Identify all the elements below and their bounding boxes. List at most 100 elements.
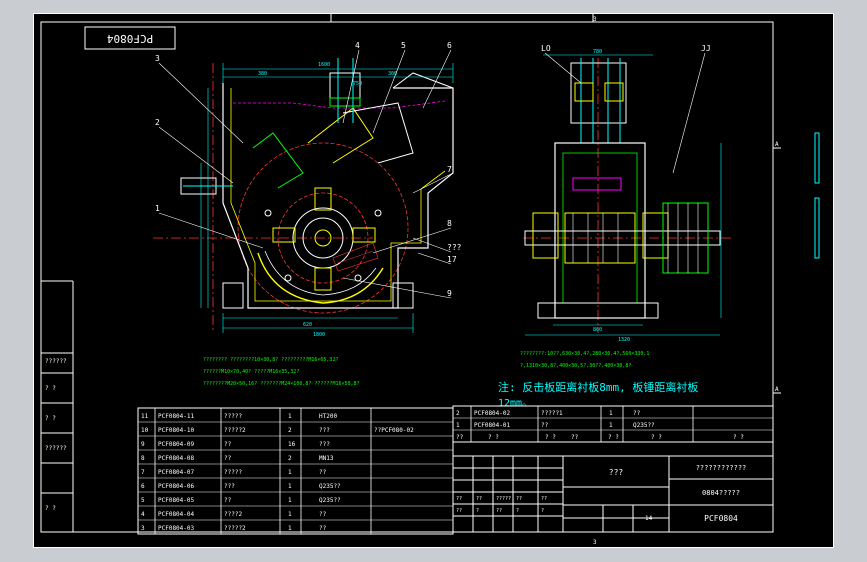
callout-leader	[422, 49, 452, 109]
table-row-name: ??	[224, 497, 232, 504]
table-header-cell: ? ?	[733, 434, 744, 441]
table-header-cell: ??	[571, 434, 579, 441]
side-note-line: ?,1310×30,8?,400×30,5?,30??,400×30,8?	[520, 363, 631, 369]
front-notes: ???????? ????????10×30,8? ?????????M16×6…	[203, 357, 360, 387]
callout-leader	[342, 277, 452, 299]
callout-label: 6	[447, 41, 452, 50]
title-block-cell: ??	[516, 496, 522, 502]
title-block-cell: ??	[456, 508, 462, 514]
table-row-name: ????2	[224, 511, 242, 518]
dim-side-bottom: 1320	[618, 337, 630, 343]
callout-label: 17	[447, 255, 457, 264]
callout-leader	[158, 126, 234, 184]
side-notes: ????????:10??,630×30,4?,280×30,4?,560×33…	[520, 351, 649, 369]
table-row-code: PCF0804-10	[158, 427, 195, 434]
table-row-material: MN13	[319, 455, 334, 462]
table-row-material: Q235??	[319, 483, 341, 490]
table-row-material: ???	[319, 441, 330, 448]
table-row-remark: ??PCF080-02	[374, 427, 414, 434]
table-row-no: 3	[141, 525, 145, 532]
left-strip-label: ? ?	[45, 505, 56, 512]
table-row-code: PCF0804-07	[158, 469, 195, 476]
callout-label: 2	[155, 118, 160, 127]
dim-bottom-sub: 620	[303, 322, 312, 328]
callout-leader	[372, 227, 452, 254]
drawing-svg: 3 3 A A PCF0804 ??????? ?? ???????? ? 16…	[33, 13, 834, 548]
table-row-material: ???	[319, 427, 330, 434]
title-block-cell: ??	[496, 508, 502, 514]
table-row-qty: 1	[288, 413, 292, 420]
callout-leader	[672, 52, 706, 174]
main-note: 注: 反击板距离衬板8mm, 板锤距离衬板	[498, 380, 698, 394]
callout-label: 9	[447, 289, 452, 298]
callout-label: 8	[447, 219, 452, 228]
front-note-line: ???????? ????????10×30,8? ?????????M16×6…	[203, 357, 338, 363]
table-row-name: ??	[541, 422, 549, 429]
title-block-cell: ?	[476, 508, 479, 514]
drawing-no-rotated: PCF0804	[106, 32, 153, 45]
table-row-code: PCF0804-06	[158, 483, 195, 490]
left-strip-labels: ?????? ? ? ? ??????? ? ?	[45, 358, 67, 512]
table-row-no: 10	[141, 427, 149, 434]
table-row-code: PCF0804-01	[474, 422, 511, 429]
table-row-no: 1	[456, 422, 460, 429]
table-row-qty: 1	[288, 525, 292, 532]
title-block-cell: ?????	[496, 496, 511, 502]
left-revision-strip	[41, 280, 74, 532]
table-row-qty: 1	[609, 422, 613, 429]
side-note-line: ????????:10??,630×30,4?,280×30,4?,560×33…	[520, 351, 649, 357]
table-row-name: ???	[224, 483, 235, 490]
parts-table-right: 2 PCF0804-02 ?????1 1 ?? 1 PCF0804-01?? 1 Q235??…	[452, 405, 774, 443]
sheet-mark	[814, 197, 820, 259]
left-strip-label: ??????	[45, 445, 67, 452]
table-row-no: 7	[141, 469, 145, 476]
callout-label: 5	[401, 41, 406, 50]
table-row-no: 6	[141, 483, 145, 490]
table-row-no: 4	[141, 511, 145, 518]
dim-side-bottom: 860	[593, 327, 602, 333]
table-header-cell: ? ?	[545, 434, 556, 441]
front-note-line: ????????M20×50,16? ???????M24×100,8? ???…	[203, 381, 360, 387]
table-row-name: ?????	[224, 469, 242, 476]
front-view	[153, 58, 454, 333]
table-row-no: 9	[141, 441, 145, 448]
table-row-material: ??	[633, 410, 641, 417]
title-left: ???	[609, 468, 624, 477]
table-row-qty: 1	[288, 483, 292, 490]
grid-label-top: 3	[593, 16, 597, 23]
table-row-code: PCF0804-02	[474, 410, 511, 417]
table-row-name: ??	[224, 441, 232, 448]
table-row-name: ?????1	[541, 410, 563, 417]
callout-label: 1	[155, 204, 160, 213]
callout-label: LO	[541, 44, 551, 53]
callout-label: JJ	[701, 44, 711, 53]
table-row-material: HT200	[319, 413, 337, 420]
table-header-cell: ? ?	[651, 434, 662, 441]
dim-top-sub: 750	[353, 81, 362, 87]
title-block-cell: ?	[516, 508, 519, 514]
dim-top-sub: 380	[258, 71, 267, 77]
left-strip-label: ??????	[45, 358, 67, 365]
table-row-qty: 1	[288, 497, 292, 504]
sheet-mark	[814, 132, 820, 184]
table-row-qty: 1	[609, 410, 613, 417]
callout-label: 4	[355, 41, 360, 50]
table-row-qty: 16	[288, 441, 296, 448]
table-header-cell: ??	[456, 434, 464, 441]
title-right-1: ????????????	[696, 464, 747, 472]
title-block-cell: ??	[476, 496, 482, 502]
main-note-cont: 12mm。	[498, 398, 532, 409]
dim-top-overall: 1600	[318, 62, 330, 68]
table-row-material: Q235??	[319, 497, 341, 504]
table-row-code: PCF0804-09	[158, 441, 195, 448]
callout-leader	[412, 237, 452, 253]
table-row-name: ?????2	[224, 525, 246, 532]
table-row-material: ??	[319, 525, 327, 532]
callout-leader	[158, 212, 264, 249]
left-strip-label: ? ?	[45, 415, 56, 422]
scale: 14	[645, 515, 653, 522]
title-right-2: 0804?????	[702, 489, 740, 497]
left-strip-label: ? ?	[45, 385, 56, 392]
callout-leader	[544, 52, 582, 84]
table-row-qty: 2	[288, 427, 292, 434]
